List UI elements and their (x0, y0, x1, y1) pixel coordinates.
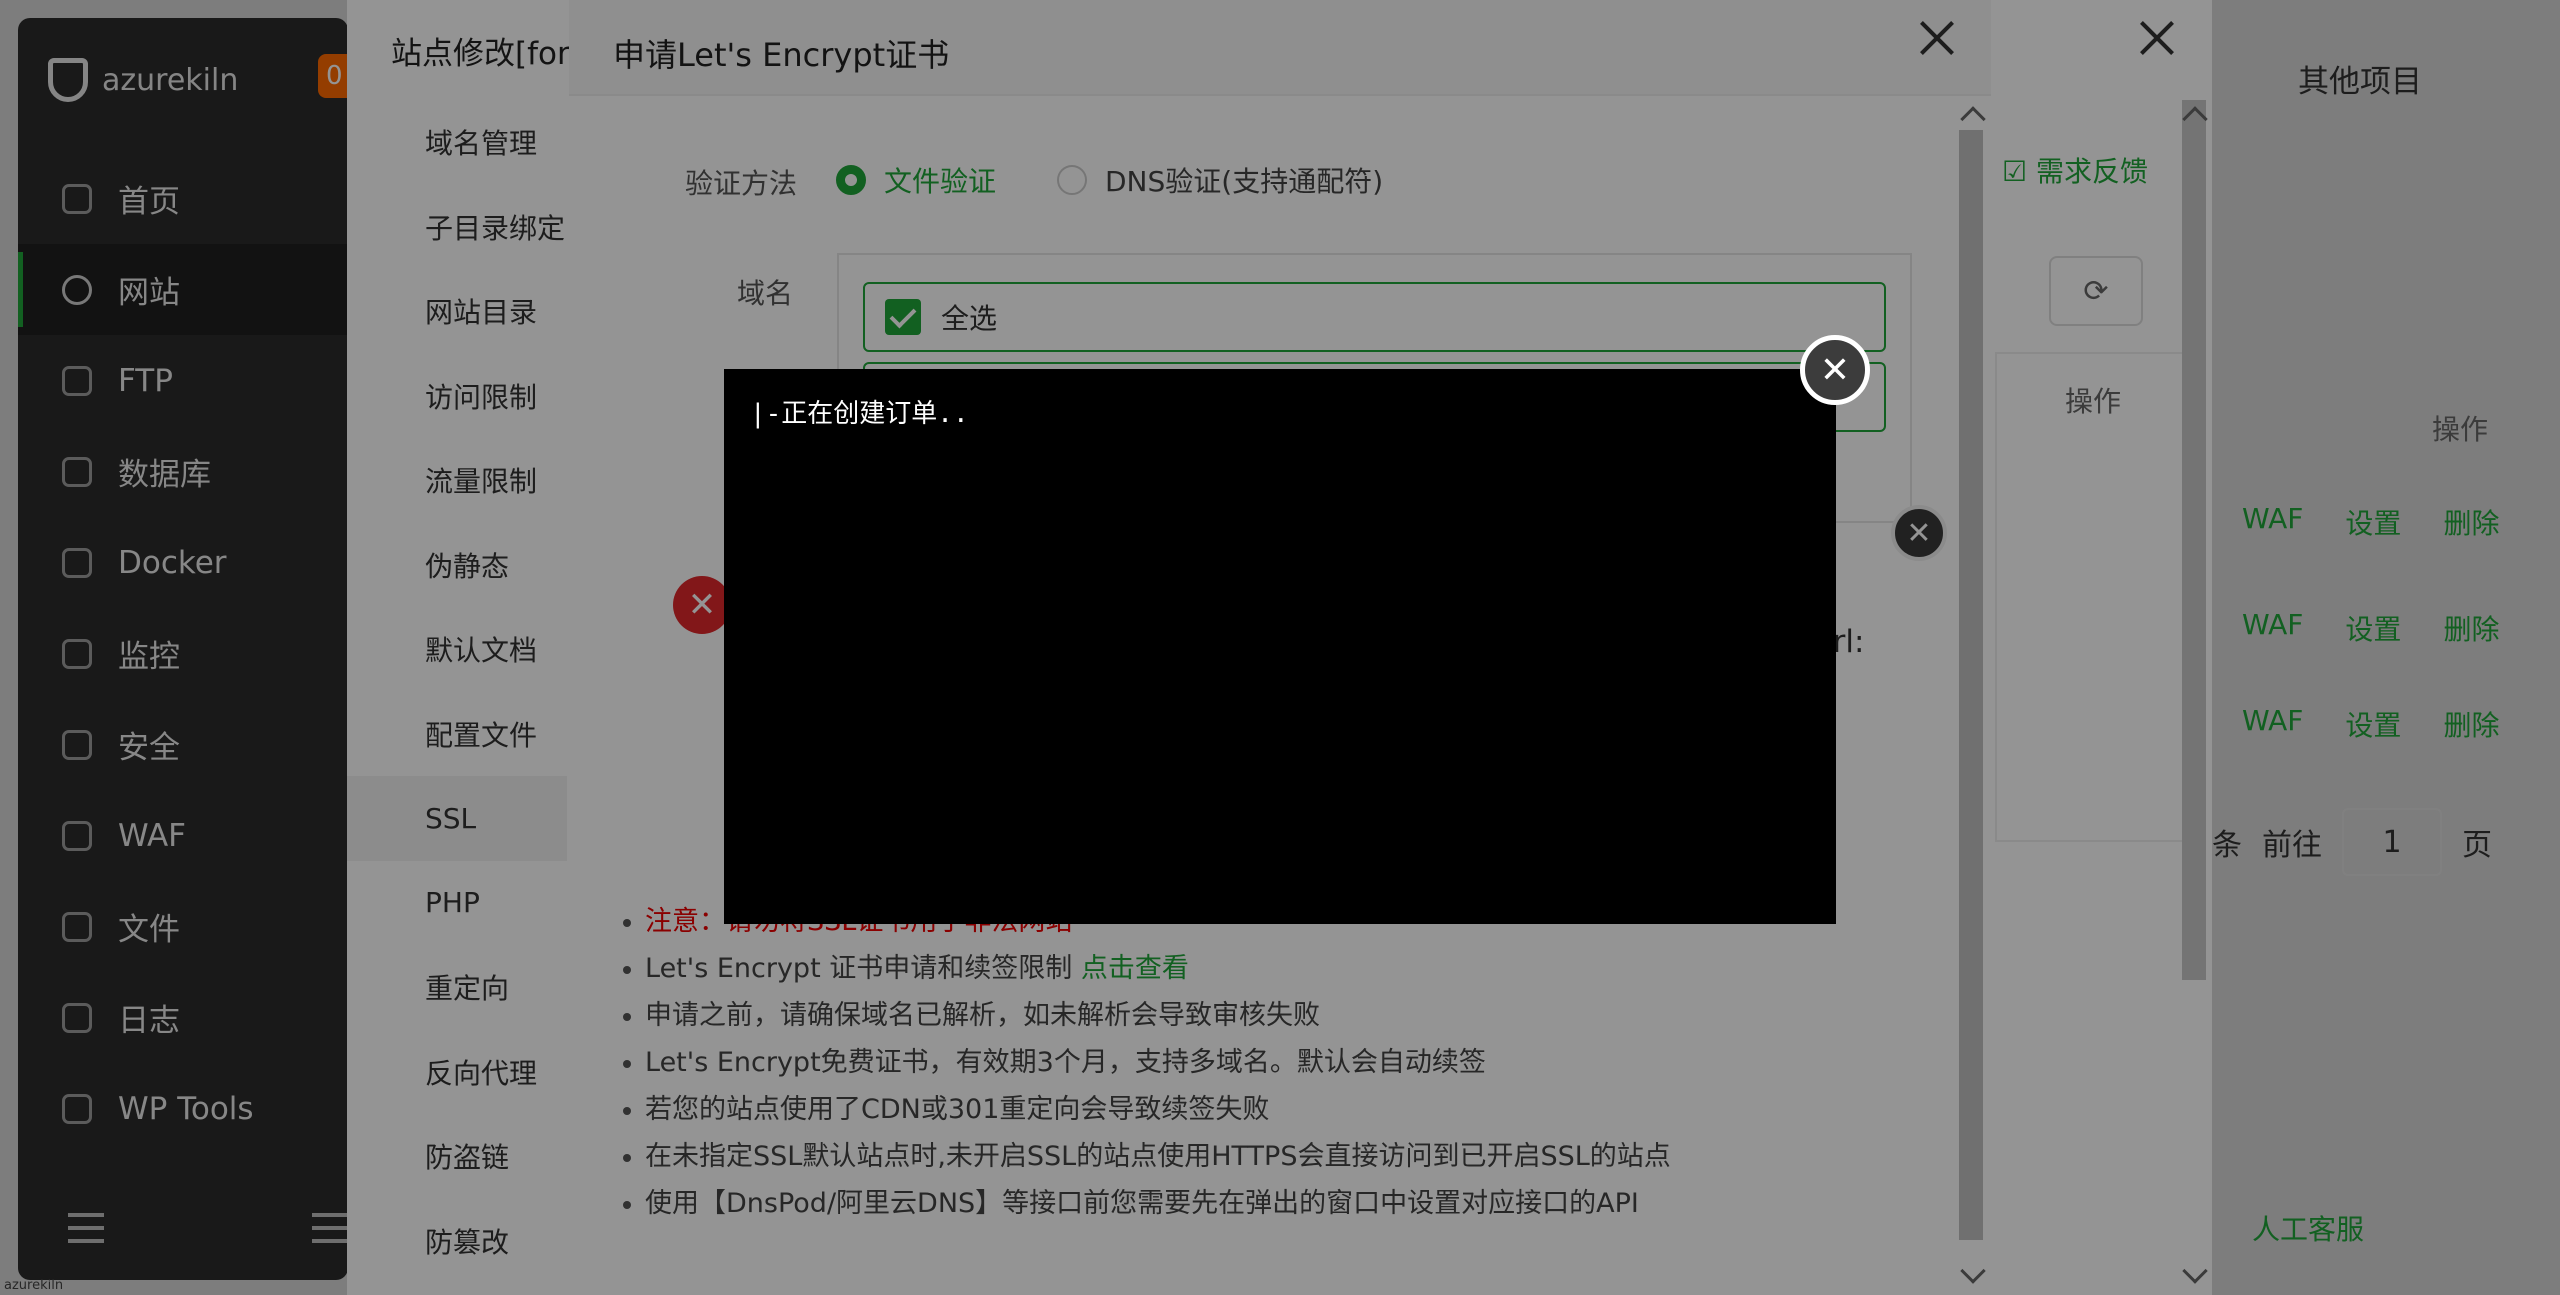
terminal-log-window: |-正在创建订单.. (724, 369, 1836, 924)
terminal-close-icon[interactable]: ✕ (1800, 335, 1870, 405)
terminal-output: |-正在创建订单.. (750, 399, 969, 429)
